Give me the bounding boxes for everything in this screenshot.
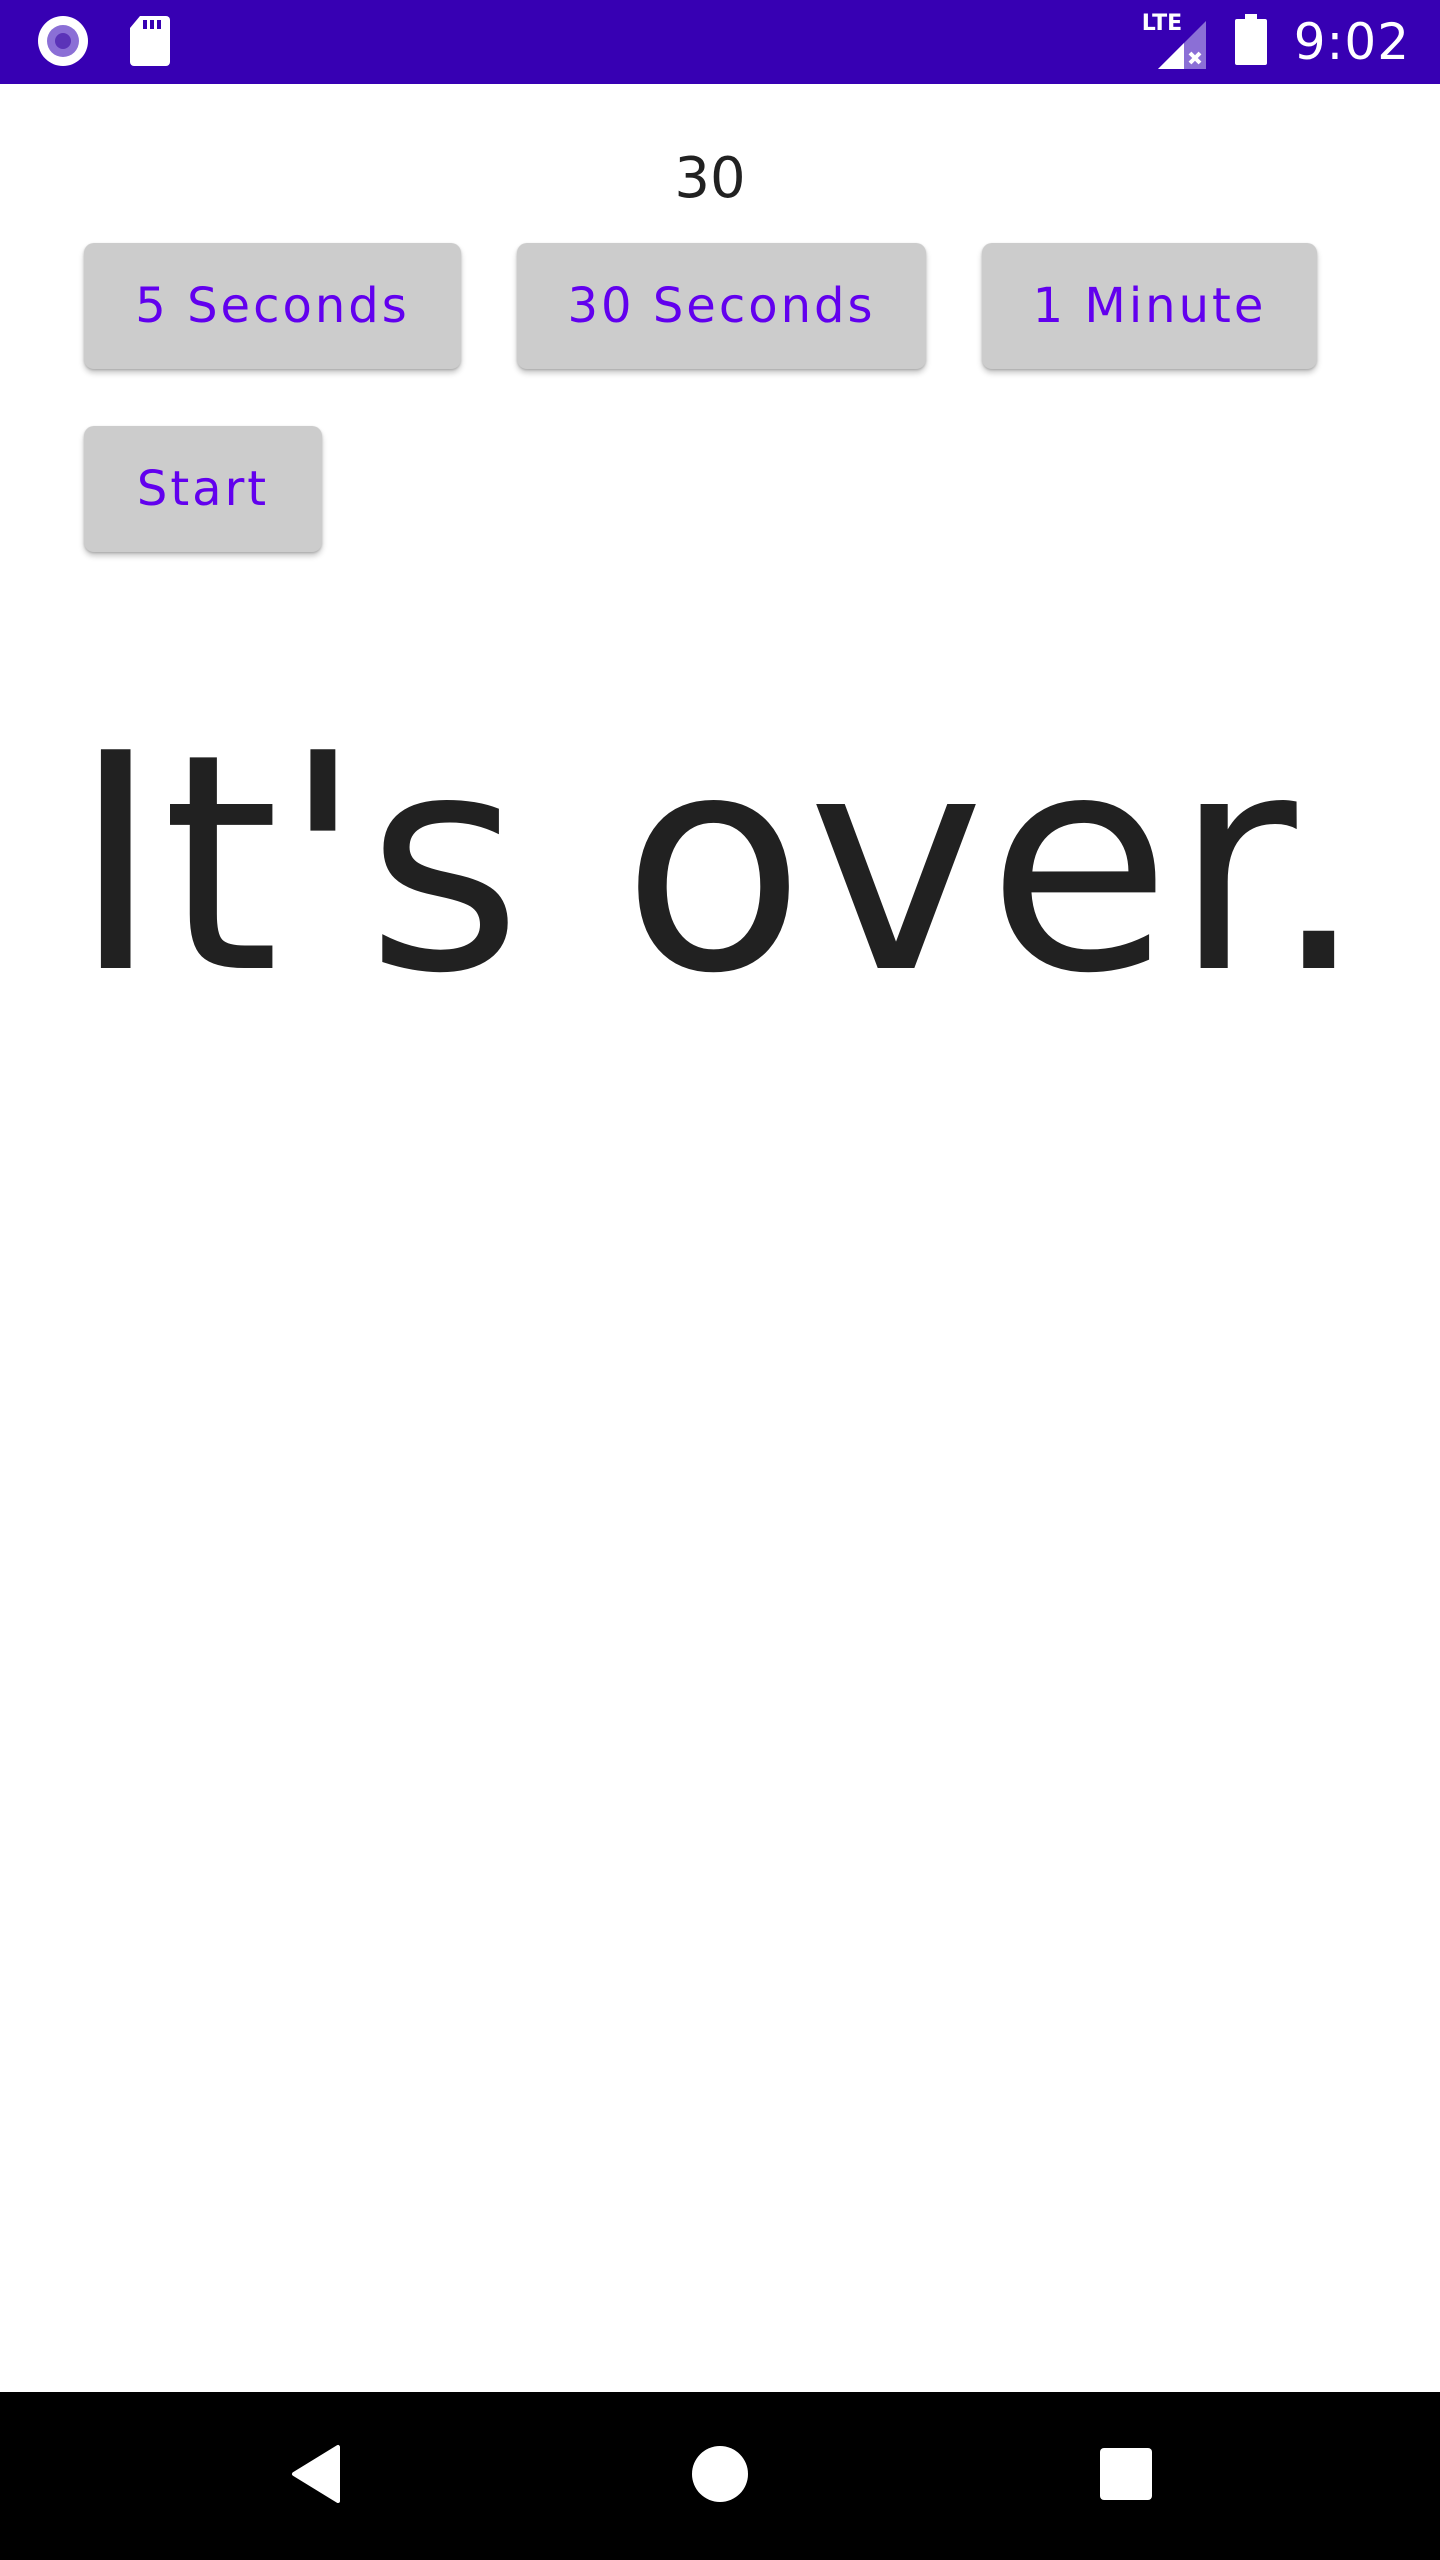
back-button[interactable] [236,2392,396,2560]
one-minute-button[interactable]: 1 Minute [982,243,1317,369]
countdown-value: 30 [674,146,746,211]
battery-icon [1234,13,1268,71]
five-seconds-button[interactable]: 5 Seconds [84,243,461,369]
status-bar: LTE 9:02 [0,0,1440,84]
recents-icon [1099,2447,1153,2506]
status-bar-right: LTE 9:02 [1142,10,1410,74]
clock-time: 9:02 [1293,13,1410,71]
sd-card-icon [128,14,172,73]
lte-signal-icon: LTE [1141,11,1208,71]
navigation-bar [0,2392,1440,2560]
lte-label: LTE [1141,11,1183,36]
finished-message: It's over. [71,690,1369,1039]
app-screen: LTE 9:02 30 5 Seconds 30 Seconds 1 Minut… [0,0,1440,2560]
recents-button[interactable] [1046,2392,1206,2560]
thirty-seconds-button[interactable]: 30 Seconds [517,243,926,369]
back-icon [288,2443,344,2510]
home-button[interactable] [640,2392,800,2560]
start-button[interactable]: Start [84,426,322,552]
status-bar-left [36,14,172,73]
record-icon [36,14,90,73]
home-icon [691,2445,749,2508]
